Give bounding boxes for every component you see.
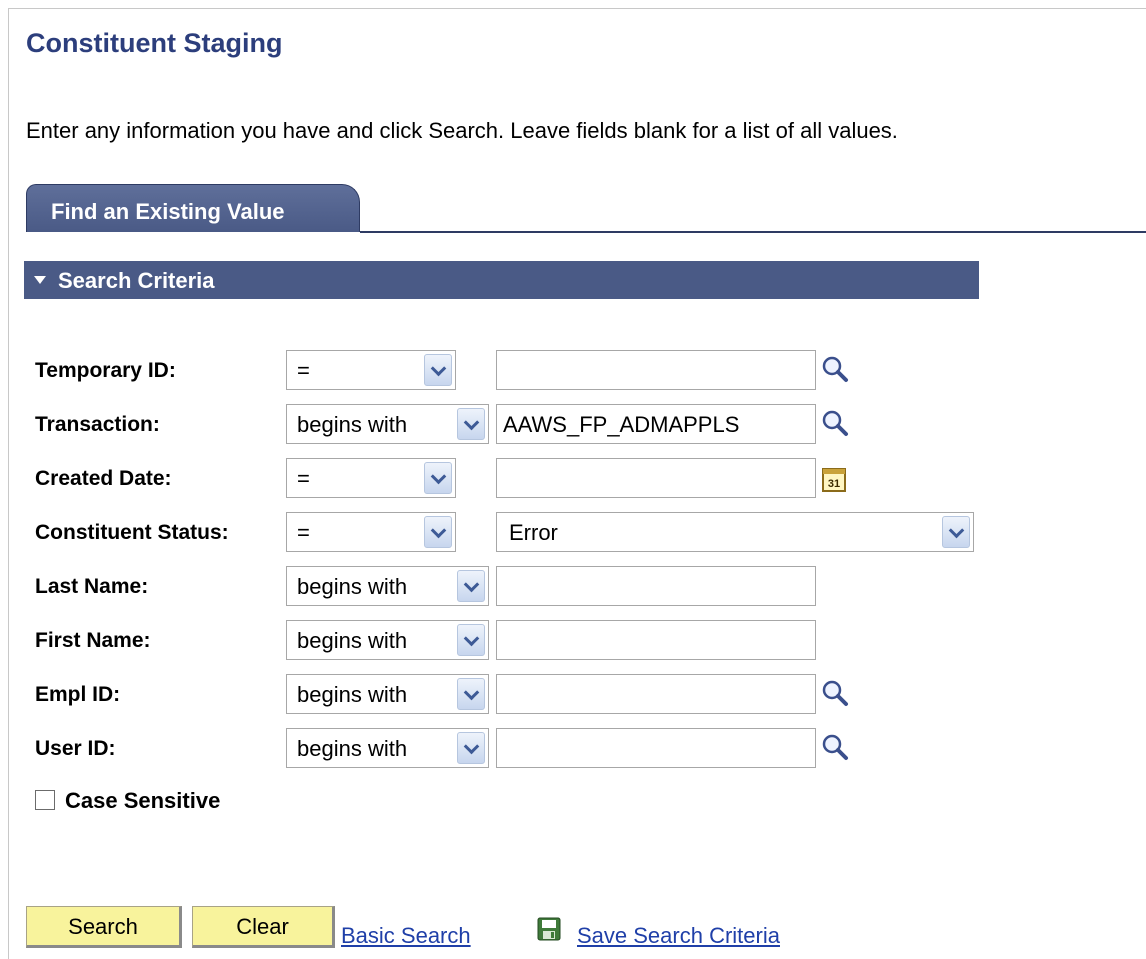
transaction-operator-select[interactable]: begins with xyxy=(286,404,489,444)
svg-text:31: 31 xyxy=(828,478,840,490)
first-name-operator-select[interactable]: begins with xyxy=(286,620,489,660)
created-date-label: Created Date: xyxy=(35,467,172,490)
basic-search-link[interactable]: Basic Search xyxy=(341,923,471,949)
lookup-icon[interactable] xyxy=(820,678,850,708)
first-name-input[interactable] xyxy=(496,620,816,660)
constituent-status-select[interactable]: Error xyxy=(496,512,974,552)
constituent-status-operator-value: = xyxy=(297,520,310,545)
search-criteria-header[interactable]: Search Criteria xyxy=(24,261,979,299)
temporary-id-input[interactable] xyxy=(496,350,816,390)
case-sensitive-checkbox[interactable] xyxy=(35,790,55,810)
user-id-input[interactable] xyxy=(496,728,816,768)
user-id-label: User ID: xyxy=(35,737,116,760)
chevron-down-icon[interactable] xyxy=(457,570,485,602)
chevron-down-icon[interactable] xyxy=(942,516,970,548)
last-name-operator-value: begins with xyxy=(297,574,408,599)
temporary-id-operator-select[interactable]: = xyxy=(286,350,456,390)
lookup-icon[interactable] xyxy=(820,732,850,762)
empl-id-operator-value: begins with xyxy=(297,682,408,707)
page-frame-top xyxy=(8,8,1146,9)
page-title: Constituent Staging xyxy=(26,28,283,58)
criteria-row-empl-id: Empl ID: begins with xyxy=(0,674,1146,716)
lookup-icon[interactable] xyxy=(820,408,850,438)
lookup-icon[interactable] xyxy=(820,354,850,384)
criteria-row-last-name: Last Name: begins with xyxy=(0,566,1146,608)
transaction-label: Transaction: xyxy=(35,413,160,436)
created-date-operator-select[interactable]: = xyxy=(286,458,456,498)
chevron-down-icon[interactable] xyxy=(457,624,485,656)
criteria-row-first-name: First Name: begins with xyxy=(0,620,1146,662)
search-criteria-label: Search Criteria xyxy=(58,268,215,293)
last-name-operator-select[interactable]: begins with xyxy=(286,566,489,606)
criteria-row-constituent-status: Constituent Status: = Error xyxy=(0,512,1146,554)
last-name-label: Last Name: xyxy=(35,575,149,598)
case-sensitive-label: Case Sensitive xyxy=(65,788,221,813)
temporary-id-operator-value: = xyxy=(297,358,310,383)
chevron-down-icon[interactable] xyxy=(424,354,452,386)
tab-find-existing-value[interactable]: Find an Existing Value xyxy=(26,184,360,232)
empl-id-input[interactable] xyxy=(496,674,816,714)
chevron-down-icon[interactable] xyxy=(457,408,485,440)
user-id-operator-value: begins with xyxy=(297,736,408,761)
chevron-down-icon[interactable] xyxy=(424,462,452,494)
first-name-label: First Name: xyxy=(35,629,151,652)
tab-divider xyxy=(360,231,1146,233)
constituent-status-label: Constituent Status: xyxy=(35,521,229,544)
chevron-down-icon[interactable] xyxy=(424,516,452,548)
created-date-input[interactable] xyxy=(496,458,816,498)
search-button[interactable]: Search xyxy=(26,906,182,948)
chevron-down-icon[interactable] xyxy=(457,678,485,710)
constituent-status-value: Error xyxy=(509,520,558,545)
criteria-row-user-id: User ID: begins with xyxy=(0,728,1146,770)
calendar-icon[interactable]: 31 xyxy=(820,464,850,494)
criteria-row-transaction: Transaction: begins with AAWS_FP_ADMAPPL… xyxy=(0,404,1146,446)
empl-id-label: Empl ID: xyxy=(35,683,121,706)
chevron-down-icon[interactable] xyxy=(457,732,485,764)
created-date-operator-value: = xyxy=(297,466,310,491)
transaction-operator-value: begins with xyxy=(297,412,408,437)
constituent-status-operator-select[interactable]: = xyxy=(286,512,456,552)
first-name-operator-value: begins with xyxy=(297,628,408,653)
clear-button[interactable]: Clear xyxy=(192,906,335,948)
last-name-input[interactable] xyxy=(496,566,816,606)
temporary-id-label: Temporary ID: xyxy=(35,359,176,382)
save-search-criteria-link[interactable]: Save Search Criteria xyxy=(577,923,780,949)
criteria-row-created-date: Created Date: = 31 xyxy=(0,458,1146,500)
instructions-text: Enter any information you have and click… xyxy=(26,118,898,143)
save-icon[interactable] xyxy=(537,917,561,941)
collapse-triangle-icon xyxy=(34,276,46,285)
transaction-input[interactable]: AAWS_FP_ADMAPPLS xyxy=(496,404,816,444)
user-id-operator-select[interactable]: begins with xyxy=(286,728,489,768)
criteria-row-temporary-id: Temporary ID: = xyxy=(0,350,1146,392)
empl-id-operator-select[interactable]: begins with xyxy=(286,674,489,714)
